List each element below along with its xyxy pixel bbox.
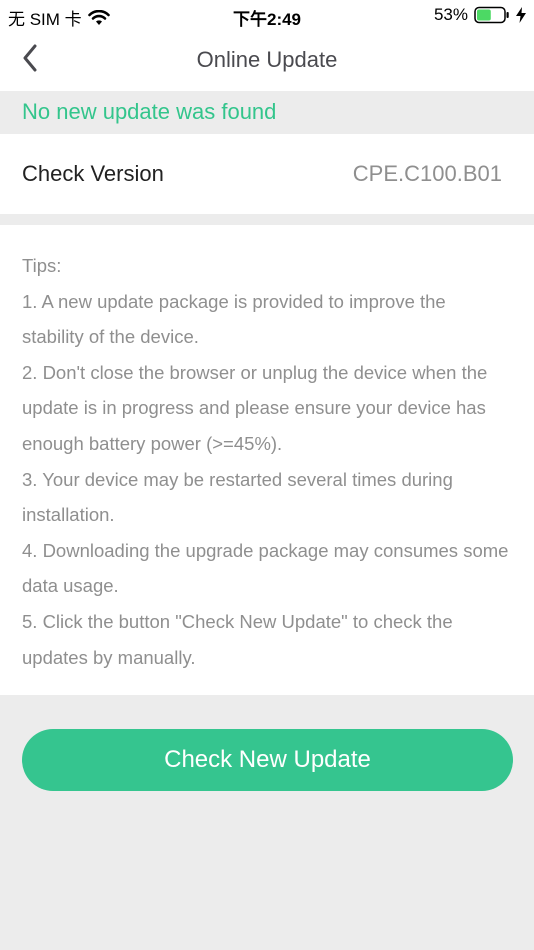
status-right: 53% <box>434 5 526 25</box>
online-update-screen: 无 SIM 卡 下午2:49 53% Online Update No new … <box>0 0 534 950</box>
page-title: Online Update <box>196 47 338 72</box>
update-status-notice: No new update was found <box>0 91 534 134</box>
tips-panel: Tips: 1. A new update package is provide… <box>0 225 534 695</box>
section-divider <box>0 214 534 225</box>
tip-item: 5. Click the button "Check New Update" t… <box>22 610 453 668</box>
tip-item: 3. Your device may be restarted several … <box>22 468 453 526</box>
battery-percent: 53% <box>433 5 468 24</box>
status-bar: 无 SIM 卡 下午2:49 53% <box>0 0 534 30</box>
tip-item: 1. A new update package is provided to i… <box>22 290 446 348</box>
check-new-update-button[interactable]: Check New Update <box>22 729 513 791</box>
tip-item: 4. Downloading the upgrade package may c… <box>22 539 509 597</box>
charging-bolt-icon <box>516 7 526 23</box>
battery-icon <box>474 6 510 24</box>
tip-item: 2. Don't close the browser or unplug the… <box>22 361 488 454</box>
version-row: Check Version CPE.C100.B01 <box>0 134 534 214</box>
version-label: Check Version <box>22 161 164 186</box>
navigation-bar: Online Update <box>0 30 534 91</box>
tips-heading: Tips: <box>22 255 62 276</box>
version-value: CPE.C100.B01 <box>352 161 502 186</box>
